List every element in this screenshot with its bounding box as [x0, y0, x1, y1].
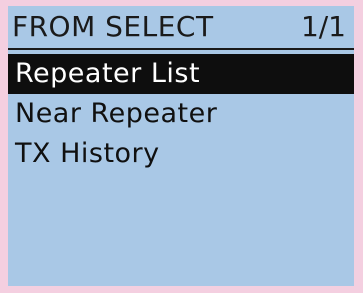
page-title: FROM SELECT — [12, 10, 214, 43]
menu-item-tx-history[interactable]: TX History — [8, 134, 354, 174]
menu-item-label: Repeater List — [15, 58, 201, 89]
menu-list: Repeater List Near Repeater TX History — [8, 54, 354, 174]
menu-item-label: Near Repeater — [15, 98, 218, 129]
menu-item-near-repeater[interactable]: Near Repeater — [8, 94, 354, 134]
page-indicator: 1/1 — [300, 10, 346, 43]
menu-header: FROM SELECT 1/1 — [8, 6, 354, 50]
menu-item-label: TX History — [15, 138, 160, 169]
menu-item-repeater-list[interactable]: Repeater List — [8, 54, 354, 94]
lcd-screen: FROM SELECT 1/1 Repeater List Near Repea… — [8, 6, 354, 286]
